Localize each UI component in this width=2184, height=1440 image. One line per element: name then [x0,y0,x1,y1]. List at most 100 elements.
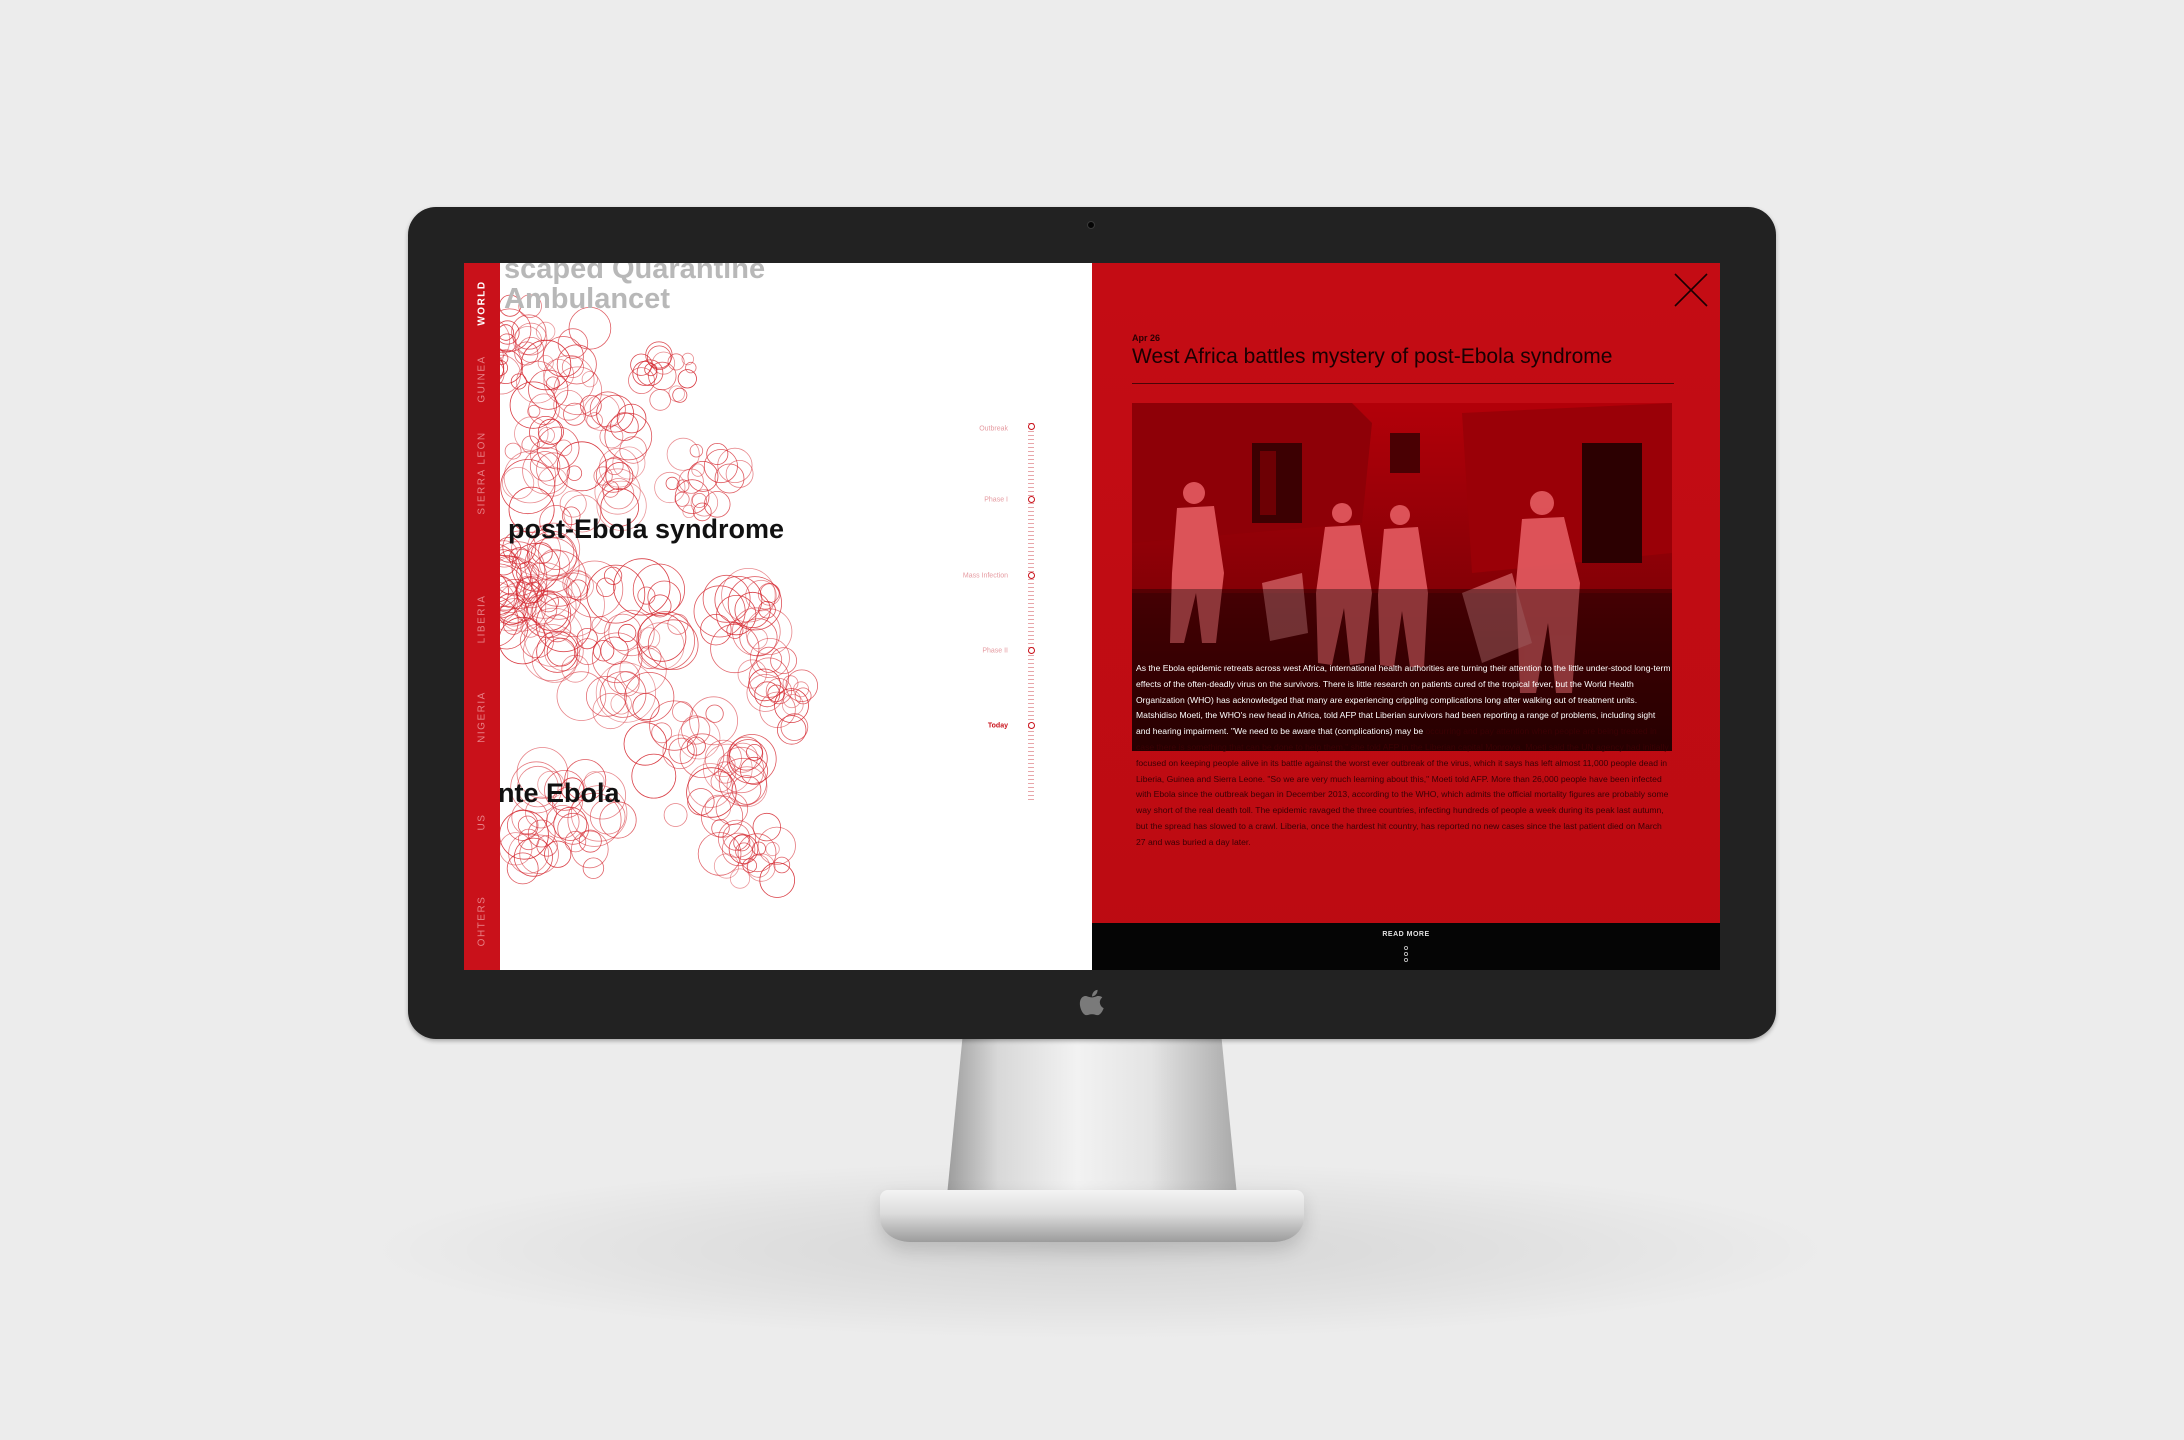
outbreak-bubble [745,743,763,761]
outbreak-bubble [610,412,639,441]
timeline-label[interactable]: Mass Infection [963,573,1008,580]
article-body-continued: occurring and pay attention when people … [1136,726,1669,847]
outbreak-bubble [689,696,739,746]
timeline-node[interactable] [1028,647,1035,654]
story-headline-ebola[interactable]: nte Ebola [500,778,620,809]
outbreak-bubble [632,563,685,616]
outbreak-bubble [631,753,677,799]
outbreak-bubble [546,637,576,667]
outbreak-bubble [517,815,538,836]
apple-logo-icon [1079,989,1104,1016]
outbreak-bubble [592,640,615,662]
outbreak-bubble [672,701,693,723]
story-headline-syndrome[interactable]: post-Ebola syndrome [508,514,784,545]
timeline-track[interactable] [1028,423,1034,803]
outbreak-bubble [737,659,767,689]
outbreak-bubble-map [500,294,819,898]
outbreak-bubble [623,722,667,766]
outbreak-bubble [553,366,603,416]
read-more-bar: READ MORE [1092,923,1720,970]
outbreak-bubble [668,737,695,764]
outbreak-bubble [583,394,620,431]
outbreak-bubble [726,766,768,808]
outbreak-bubble [649,389,672,411]
outbreak-bubble [632,360,658,386]
sidebar-item-label: OHTERS [476,895,488,947]
timeline-label[interactable]: Outbreak [979,426,1008,433]
article-body: As the Ebola epidemic retreats across we… [1136,661,1672,851]
outbreak-bubble [679,733,725,779]
article-panel: Apr 26 West Africa battles mystery of po… [1092,263,1720,970]
outbreak-bubble [582,857,605,879]
timeline-label[interactable]: Phase I [984,497,1008,504]
outbreak-bubble [504,442,522,460]
outbreak-bubble [665,476,679,490]
sidebar-item-label: LIBERIA [476,594,488,644]
article-date: Apr 26 [1132,333,1161,343]
outbreak-bubble [616,403,647,434]
outbreak-bubble [637,586,656,605]
outbreak-bubble [529,415,563,449]
outbreak-bubble [681,715,711,745]
outbreak-bubble [714,463,745,494]
close-x-icon[interactable] [1672,271,1710,309]
outbreak-bubble [752,841,766,856]
outbreak-bubble [672,387,688,403]
outbreak-bubble [628,367,655,394]
timeline-node[interactable] [1028,572,1035,579]
outbreak-bubble [531,636,578,683]
outbreak-bubble [666,437,700,471]
outbreak-bubble [725,459,754,488]
outbreak-bubble [557,812,590,845]
sidebar-item-label: NIGERIA [476,691,488,743]
outbreak-bubble [703,449,738,484]
outbreak-bubble [705,704,724,723]
screen: WORLD GUINEA SIERRA LEON LIBERIA NIGERIA… [464,263,1720,970]
article-title: West Africa battles mystery of post-Ebol… [1132,345,1613,368]
region-sidebar: WORLD GUINEA SIERRA LEON LIBERIA NIGERIA… [464,263,500,970]
outbreak-bubble [512,326,543,356]
outbreak-bubble [527,404,541,418]
read-more-button[interactable]: READ MORE [1092,931,1720,938]
outbreak-bubble [691,492,707,508]
outbreak-bubble [674,491,690,507]
outbreak-bubble [647,619,699,671]
sidebar-item-label: SIERRA LEON [476,431,488,515]
timeline-label-current[interactable]: Today [988,723,1008,730]
timeline-node[interactable] [1028,423,1035,430]
outbreak-bubble [624,671,675,722]
outbreak-bubble [646,345,672,370]
monitor-stand-neck [945,1036,1239,1216]
monitor-stand-foot [880,1190,1304,1242]
outbreak-bubble [687,788,715,816]
outbreak-bubble [737,833,777,873]
outbreak-bubble [746,854,770,878]
outbreak-bubble [663,803,688,827]
timeline-node-current[interactable] [1028,722,1035,729]
outbreak-bubble [500,459,556,515]
outbreak-bubble [697,832,742,876]
outbreak-bubble [592,692,629,730]
outbreak-bubble [556,671,607,721]
sidebar-item-label: WORLD [476,280,488,326]
timeline-label[interactable]: Phase II [982,648,1008,655]
outbreak-bubble [636,622,685,670]
outbreak-bubble [556,344,597,385]
outbreak-bubble [571,830,609,869]
outbreak-bubble [564,830,587,853]
timeline-node[interactable] [1028,496,1035,503]
sidebar-item-label: GUINEA [476,355,488,403]
outbreak-bubble [651,722,673,744]
outbreak-bubble [689,443,704,458]
outbreak-bubble [565,560,624,618]
story-headline-ambulance[interactable]: Ambulancet [504,283,670,316]
visualization-pane: scaped Quarantine Ambulancet post-Ebola … [500,263,1056,970]
vertical-dots-icon[interactable] [1403,945,1409,963]
title-divider [1132,383,1674,384]
outbreak-bubble [603,478,635,510]
outbreak-bubble [765,841,780,857]
outbreak-bubble [599,424,624,449]
outbreak-bubble [502,467,535,500]
timeline[interactable]: Outbreak Phase I Mass Infection Phase II… [963,423,1050,803]
outbreak-bubble [717,819,756,858]
